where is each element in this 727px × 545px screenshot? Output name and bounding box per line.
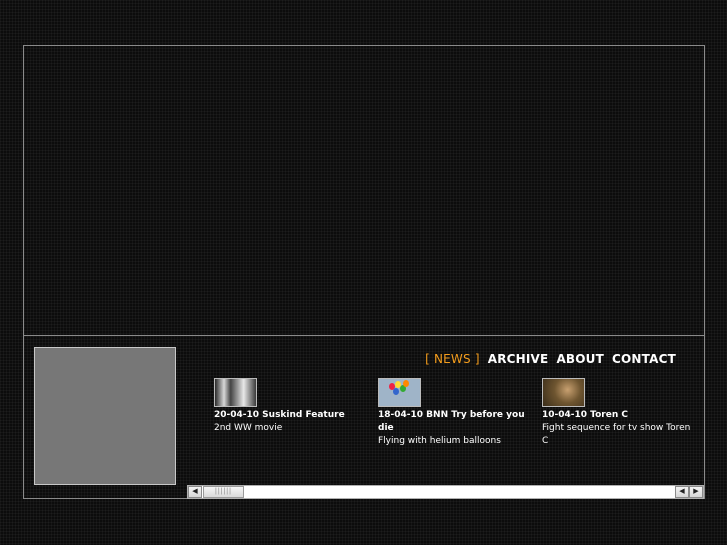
news-item: 18-04-10 BNN Try before you die Flying w…	[378, 378, 528, 448]
scroll-left-alt-button[interactable]: ◀	[675, 486, 689, 498]
nav-news[interactable]: [ NEWS ]	[425, 352, 480, 366]
news-description: 2nd WW movie	[214, 423, 283, 433]
main-nav: [ NEWS ] ARCHIVE ABOUT CONTACT	[425, 352, 676, 366]
news-title[interactable]: 10-04-10 Toren C	[542, 409, 692, 422]
news-description: Flying with helium balloons	[378, 436, 501, 446]
news-description: Fight sequence for tv show Toren C	[542, 423, 691, 446]
nav-archive[interactable]: ARCHIVE	[488, 352, 549, 366]
main-frame: [ NEWS ] ARCHIVE ABOUT CONTACT 20-04-10 …	[23, 45, 705, 499]
horizontal-scrollbar[interactable]: ◀ |||||| ◀ ▶	[187, 485, 704, 499]
news-thumbnail[interactable]	[378, 378, 421, 407]
news-item: 10-04-10 Toren C Fight sequence for tv s…	[542, 378, 692, 448]
news-thumbnail[interactable]	[214, 378, 257, 407]
nav-contact[interactable]: CONTACT	[612, 352, 676, 366]
news-title[interactable]: 18-04-10 BNN Try before you die	[378, 409, 528, 435]
news-thumbnail[interactable]	[542, 378, 585, 407]
video-stage	[24, 46, 704, 336]
preview-box	[34, 347, 176, 485]
nav-about[interactable]: ABOUT	[556, 352, 604, 366]
scroll-left-button[interactable]: ◀	[188, 486, 202, 498]
news-item: 20-04-10 Suskind Feature 2nd WW movie	[214, 378, 364, 435]
news-title[interactable]: 20-04-10 Suskind Feature	[214, 409, 364, 422]
scrollbar-thumb[interactable]: ||||||	[203, 486, 244, 498]
scroll-right-button[interactable]: ▶	[689, 486, 703, 498]
